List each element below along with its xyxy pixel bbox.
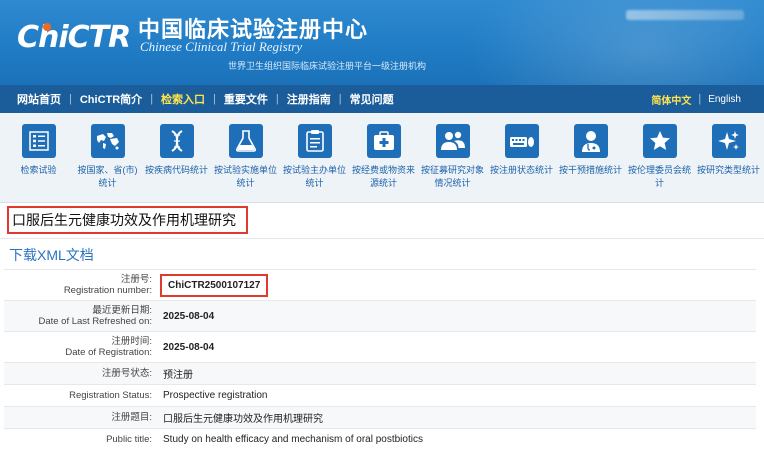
tool-by-intervention[interactable]: 按干预措施统计 <box>556 113 625 202</box>
nav-about[interactable]: ChiCTR简介 <box>72 91 150 107</box>
label-cn: 注册号: <box>120 274 152 285</box>
sparkles-icon <box>711 124 746 158</box>
tool-by-disease[interactable]: 按疾病代码统计 <box>142 113 211 202</box>
flask-icon <box>228 124 263 158</box>
info-row-status-cn: 注册号状态: 预注册 <box>4 362 756 384</box>
info-row-status-en: Registration Status: Prospective registr… <box>4 384 756 406</box>
nav-search[interactable]: 检索入口 <box>153 91 213 107</box>
study-title: 口服后生元健康功效及作用机理研究 <box>7 206 248 234</box>
nav-home[interactable]: 网站首页 <box>9 91 69 107</box>
info-label: 最近更新日期: Date of Last Refreshed on: <box>4 301 156 331</box>
nav-documents[interactable]: 重要文件 <box>216 91 276 107</box>
logo-text: ChiCTR <box>17 19 131 55</box>
tool-label: 按注册状态统计 <box>489 165 553 175</box>
download-xml-link[interactable]: 下载XML文档 <box>9 245 94 265</box>
site-title-en: Chinese Clinical Trial Registry <box>140 39 303 54</box>
divider <box>0 238 764 239</box>
tool-label: 检索试验 <box>20 165 57 175</box>
tool-label: 按试验主办单位统计 <box>282 165 346 188</box>
title-en: Study on health efficacy and mechanism o… <box>163 434 423 445</box>
label-cn: 最近更新日期: <box>92 305 152 316</box>
doctor-icon <box>573 124 608 158</box>
blurred-user-info <box>626 10 744 20</box>
tool-by-sponsor[interactable]: 按试验主办单位统计 <box>280 113 349 202</box>
info-label: Registration Status: <box>69 390 152 401</box>
label-en: Date of Registration: <box>65 347 152 358</box>
info-row-reg-number: 注册号: Registration number: ChiCTR25001071… <box>4 269 756 300</box>
info-row-refreshed: 最近更新日期: Date of Last Refreshed on: 2025-… <box>4 300 756 331</box>
tool-by-ethics[interactable]: 按伦理委员会统计 <box>625 113 694 202</box>
site-header: ChiCTR 中国临床试验注册中心 Chinese Clinical Trial… <box>0 0 764 85</box>
trial-detail: 口服后生元健康功效及作用机理研究 下载XML文档 注册号: Registrati… <box>0 203 764 458</box>
info-row-title-en: Public title: Study on health efficacy a… <box>4 428 756 450</box>
info-row-reg-date: 注册时间: Date of Registration: 2025-08-04 <box>4 331 756 362</box>
language-switch: 简体中文 | English <box>644 85 748 113</box>
world-map-icon <box>90 124 125 158</box>
tool-label: 按干预措施统计 <box>558 165 622 175</box>
tool-by-funding[interactable]: 按经费或物资来源统计 <box>349 113 418 202</box>
status-cn: 预注册 <box>163 370 193 381</box>
tool-by-status[interactable]: 按注册状态统计 <box>487 113 556 202</box>
nav-faq[interactable]: 常见问题 <box>342 91 402 107</box>
info-label: 注册号状态: <box>101 368 152 379</box>
info-label: 注册号: Registration number: <box>4 270 156 300</box>
tool-label: 按伦理委员会统计 <box>627 165 691 188</box>
main-nav: 网站首页 | ChiCTR简介 | 检索入口 | 重要文件 | 注册指南 | 常… <box>0 85 764 113</box>
registration-info-table: 注册号: Registration number: ChiCTR25001071… <box>4 269 756 450</box>
logo-dot <box>43 23 51 31</box>
nav-guide[interactable]: 注册指南 <box>279 91 339 107</box>
label-cn: 注册时间: <box>111 336 152 347</box>
label-en: Registration number: <box>63 285 152 296</box>
tool-search-trials[interactable]: 检索试验 <box>4 113 73 202</box>
tool-label: 按试验实施单位统计 <box>213 165 277 188</box>
tool-label: 按国家、省(市)统计 <box>77 165 138 188</box>
list-icon <box>21 124 56 158</box>
stats-toolbar: 检索试验 按国家、省(市)统计 按疾病代码统计 按试验实施单位统计 按试验主办单… <box>0 113 764 203</box>
keyboard-mouse-icon <box>504 124 539 158</box>
info-value: ChiCTR2500107127 <box>156 270 756 300</box>
people-icon <box>435 124 470 158</box>
refreshed-date: 2025-08-04 <box>163 310 215 322</box>
info-label: 注册时间: Date of Registration: <box>4 332 156 362</box>
site-logo[interactable]: ChiCTR <box>17 17 131 57</box>
medkit-icon <box>366 124 401 158</box>
registration-number: ChiCTR2500107127 <box>160 273 269 297</box>
tool-by-institution[interactable]: 按试验实施单位统计 <box>211 113 280 202</box>
tool-by-country[interactable]: 按国家、省(市)统计 <box>73 113 142 202</box>
tool-by-study-type[interactable]: 按研究类型统计 <box>694 113 763 202</box>
info-label: 注册题目: <box>111 412 152 423</box>
tool-label: 按征募研究对象情况统计 <box>420 165 484 188</box>
lang-chinese[interactable]: 简体中文 <box>644 92 698 107</box>
info-label: Public title: <box>106 434 152 445</box>
info-row-title-cn: 注册题目: 口服后生元健康功效及作用机理研究 <box>4 406 756 428</box>
tool-by-recruitment[interactable]: 按征募研究对象情况统计 <box>418 113 487 202</box>
tool-label: 按疾病代码统计 <box>144 165 208 175</box>
site-subtitle: 世界卫生组织国际临床试验注册平台一级注册机构 <box>228 61 427 71</box>
dna-icon <box>159 124 194 158</box>
clipboard-icon <box>297 124 332 158</box>
tool-label: 按研究类型统计 <box>696 165 760 175</box>
title-cn: 口服后生元健康功效及作用机理研究 <box>163 414 323 425</box>
status-en: Prospective registration <box>163 390 268 401</box>
lang-english[interactable]: English <box>701 94 748 105</box>
registration-date: 2025-08-04 <box>163 341 215 353</box>
tool-label: 按经费或物资来源统计 <box>351 165 415 188</box>
label-en: Date of Last Refreshed on: <box>38 316 152 327</box>
star-icon <box>642 124 677 158</box>
